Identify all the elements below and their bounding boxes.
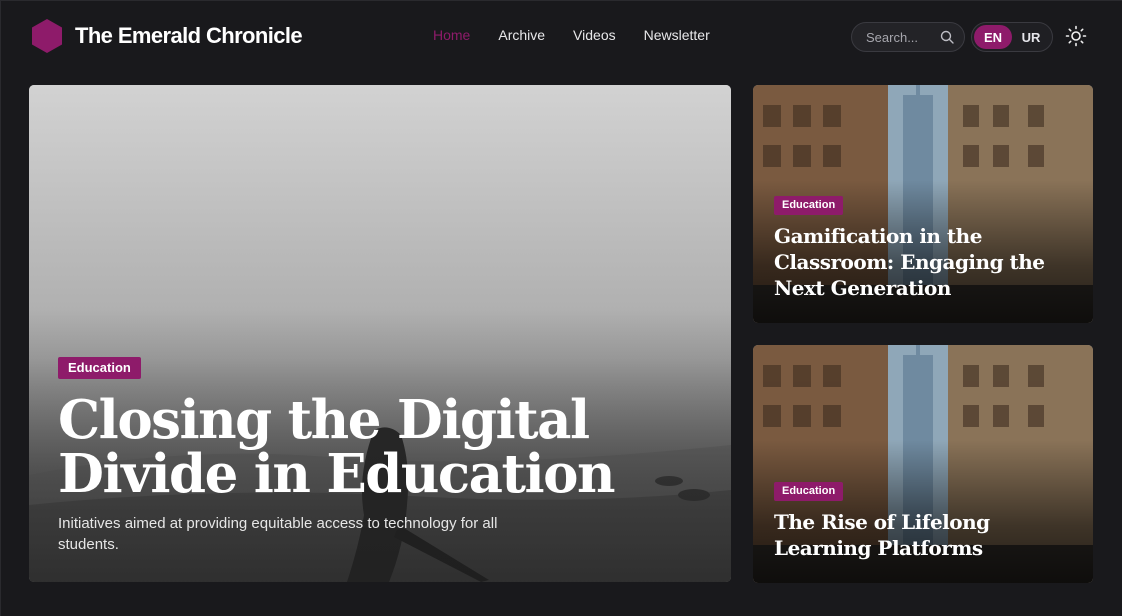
brand-name: The Emerald Chronicle [75,23,303,48]
side-article-card[interactable]: Education The Rise of Lifelong Learning … [753,345,1093,583]
featured-article-title[interactable]: Closing the Digital Divide in Education [58,393,718,501]
nav-item-archive[interactable]: Archive [498,27,545,43]
featured-article-card[interactable]: Education Closing the Digital Divide in … [29,85,731,582]
search-box [851,22,965,52]
site-header: The Emerald Chronicle Home Archive Video… [1,1,1122,71]
nav-item-newsletter[interactable]: Newsletter [644,27,710,43]
side-article-title[interactable]: Gamification in the Classroom: Engaging … [774,223,1079,301]
side-article-title[interactable]: The Rise of Lifelong Learning Platforms [774,509,1079,561]
category-badge[interactable]: Education [774,196,844,215]
search-icon[interactable] [940,30,954,44]
sun-icon[interactable] [1065,25,1087,47]
lang-en-button[interactable]: EN [974,25,1012,49]
search-input[interactable] [866,29,940,45]
brand-logo[interactable]: The Emerald Chronicle [29,18,303,54]
lang-ur-button[interactable]: UR [1012,25,1050,49]
category-badge[interactable]: Education [58,357,141,379]
language-switcher: EN UR [971,22,1053,52]
nav-item-videos[interactable]: Videos [573,27,616,43]
hexagon-logo-icon [32,19,62,53]
category-badge[interactable]: Education [774,482,844,501]
page: The Emerald Chronicle Home Archive Video… [0,0,1122,616]
side-article-card[interactable]: Education Gamification in the Classroom:… [753,85,1093,323]
main-nav: Home Archive Videos Newsletter [433,27,710,43]
nav-item-home[interactable]: Home [433,27,470,43]
featured-article-description: Initiatives aimed at providing equitable… [58,515,498,553]
